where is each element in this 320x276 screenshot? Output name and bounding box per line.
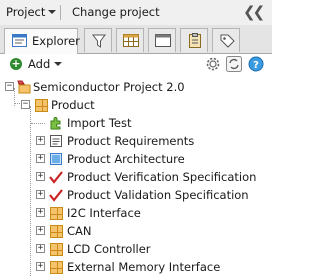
architecture-diagram-icon bbox=[49, 152, 63, 166]
add-dropdown-caret-icon[interactable] bbox=[54, 62, 62, 66]
tree-node-can[interactable]: + CAN bbox=[0, 222, 272, 240]
checkmark-icon bbox=[49, 170, 63, 184]
tree-node-external-memory-interface[interactable]: + External Memory Interface bbox=[0, 258, 272, 276]
expand-toggle[interactable]: + bbox=[36, 154, 45, 163]
puzzle-icon bbox=[49, 116, 63, 130]
requirements-doc-icon bbox=[49, 134, 63, 148]
table-icon bbox=[123, 34, 139, 50]
tree-connector bbox=[31, 123, 45, 124]
folder-icon bbox=[35, 99, 48, 112]
project-icon bbox=[17, 80, 31, 94]
add-plus-icon[interactable]: + bbox=[10, 58, 22, 70]
expand-toggle[interactable]: + bbox=[36, 262, 45, 271]
tree-node-lcd-controller[interactable]: + LCD Controller bbox=[0, 240, 272, 258]
tab-window-view[interactable] bbox=[148, 28, 176, 52]
explorer-toolbar: + Add ? bbox=[0, 54, 272, 74]
expand-toggle[interactable]: + bbox=[36, 208, 45, 217]
collapse-toggle[interactable]: − bbox=[5, 82, 14, 91]
expand-toggle[interactable]: + bbox=[36, 172, 45, 181]
top-bar: Project Change project ❮❮ bbox=[0, 0, 272, 25]
tree-node-label: Product Architecture bbox=[67, 152, 185, 166]
view-tab-strip: Explorer bbox=[0, 25, 272, 54]
tree-node-product[interactable]: − Product bbox=[0, 96, 272, 114]
tab-filter[interactable] bbox=[84, 28, 112, 52]
tree-node-label: Product bbox=[51, 98, 95, 112]
svg-text:?: ? bbox=[253, 60, 259, 71]
expand-toggle[interactable]: + bbox=[36, 136, 45, 145]
folder-icon bbox=[50, 207, 63, 220]
checkmark-icon bbox=[49, 188, 63, 202]
collapse-toggle[interactable]: − bbox=[21, 100, 30, 109]
change-project-button[interactable]: Change project bbox=[72, 5, 160, 19]
folder-icon bbox=[50, 261, 63, 274]
tree-node-product-verification-spec[interactable]: + Product Verification Specification bbox=[0, 168, 272, 186]
tree-node-label: Semiconductor Project 2.0 bbox=[33, 80, 185, 94]
sync-icon[interactable] bbox=[226, 56, 242, 75]
tree-node-label: LCD Controller bbox=[67, 242, 151, 256]
tree-node-label: CAN bbox=[67, 224, 92, 238]
tree-node-label: External Memory Interface bbox=[67, 260, 221, 274]
tree-node-label: I2C Interface bbox=[67, 206, 141, 220]
topbar-divider bbox=[60, 5, 61, 20]
tree-node-label: Import Test bbox=[67, 116, 132, 130]
project-menu-caret-icon[interactable] bbox=[48, 10, 56, 14]
tree-node-i2c-interface[interactable]: + I2C Interface bbox=[0, 204, 272, 222]
filter-icon bbox=[92, 34, 106, 51]
tab-tags[interactable] bbox=[212, 28, 240, 52]
tree-node-root[interactable]: − Semiconductor Project 2.0 bbox=[0, 78, 272, 96]
tree-node-product-validation-spec[interactable]: + Product Validation Specification bbox=[0, 186, 272, 204]
project-menu-button[interactable]: Project bbox=[6, 5, 45, 19]
tree-node-label: Product Validation Specification bbox=[67, 188, 249, 202]
tree-node-label: Product Requirements bbox=[67, 134, 195, 148]
folder-icon bbox=[50, 225, 63, 238]
window-icon bbox=[155, 34, 171, 50]
tree-node-label: Product Verification Specification bbox=[67, 170, 257, 184]
clipboard-icon bbox=[189, 33, 201, 51]
tree-node-product-requirements[interactable]: + Product Requirements bbox=[0, 132, 272, 150]
help-icon[interactable]: ? bbox=[248, 56, 264, 75]
tree-node-import-test[interactable]: Import Test bbox=[0, 114, 272, 132]
expand-toggle[interactable]: + bbox=[36, 190, 45, 199]
tab-clipboard-view[interactable] bbox=[180, 28, 208, 52]
tab-explorer[interactable]: Explorer bbox=[4, 28, 80, 54]
settings-gear-icon[interactable] bbox=[205, 56, 221, 75]
folder-icon bbox=[50, 243, 63, 256]
explorer-icon bbox=[12, 34, 27, 47]
collapse-panel-icon[interactable]: ❮❮ bbox=[243, 3, 265, 21]
tab-explorer-label: Explorer bbox=[32, 34, 80, 48]
expand-toggle[interactable]: + bbox=[36, 244, 45, 253]
tree-node-product-architecture[interactable]: + Product Architecture bbox=[0, 150, 272, 168]
expand-toggle[interactable]: + bbox=[36, 226, 45, 235]
add-button[interactable]: Add bbox=[28, 57, 50, 71]
tab-table-view[interactable] bbox=[116, 28, 144, 52]
tag-icon bbox=[220, 34, 235, 51]
